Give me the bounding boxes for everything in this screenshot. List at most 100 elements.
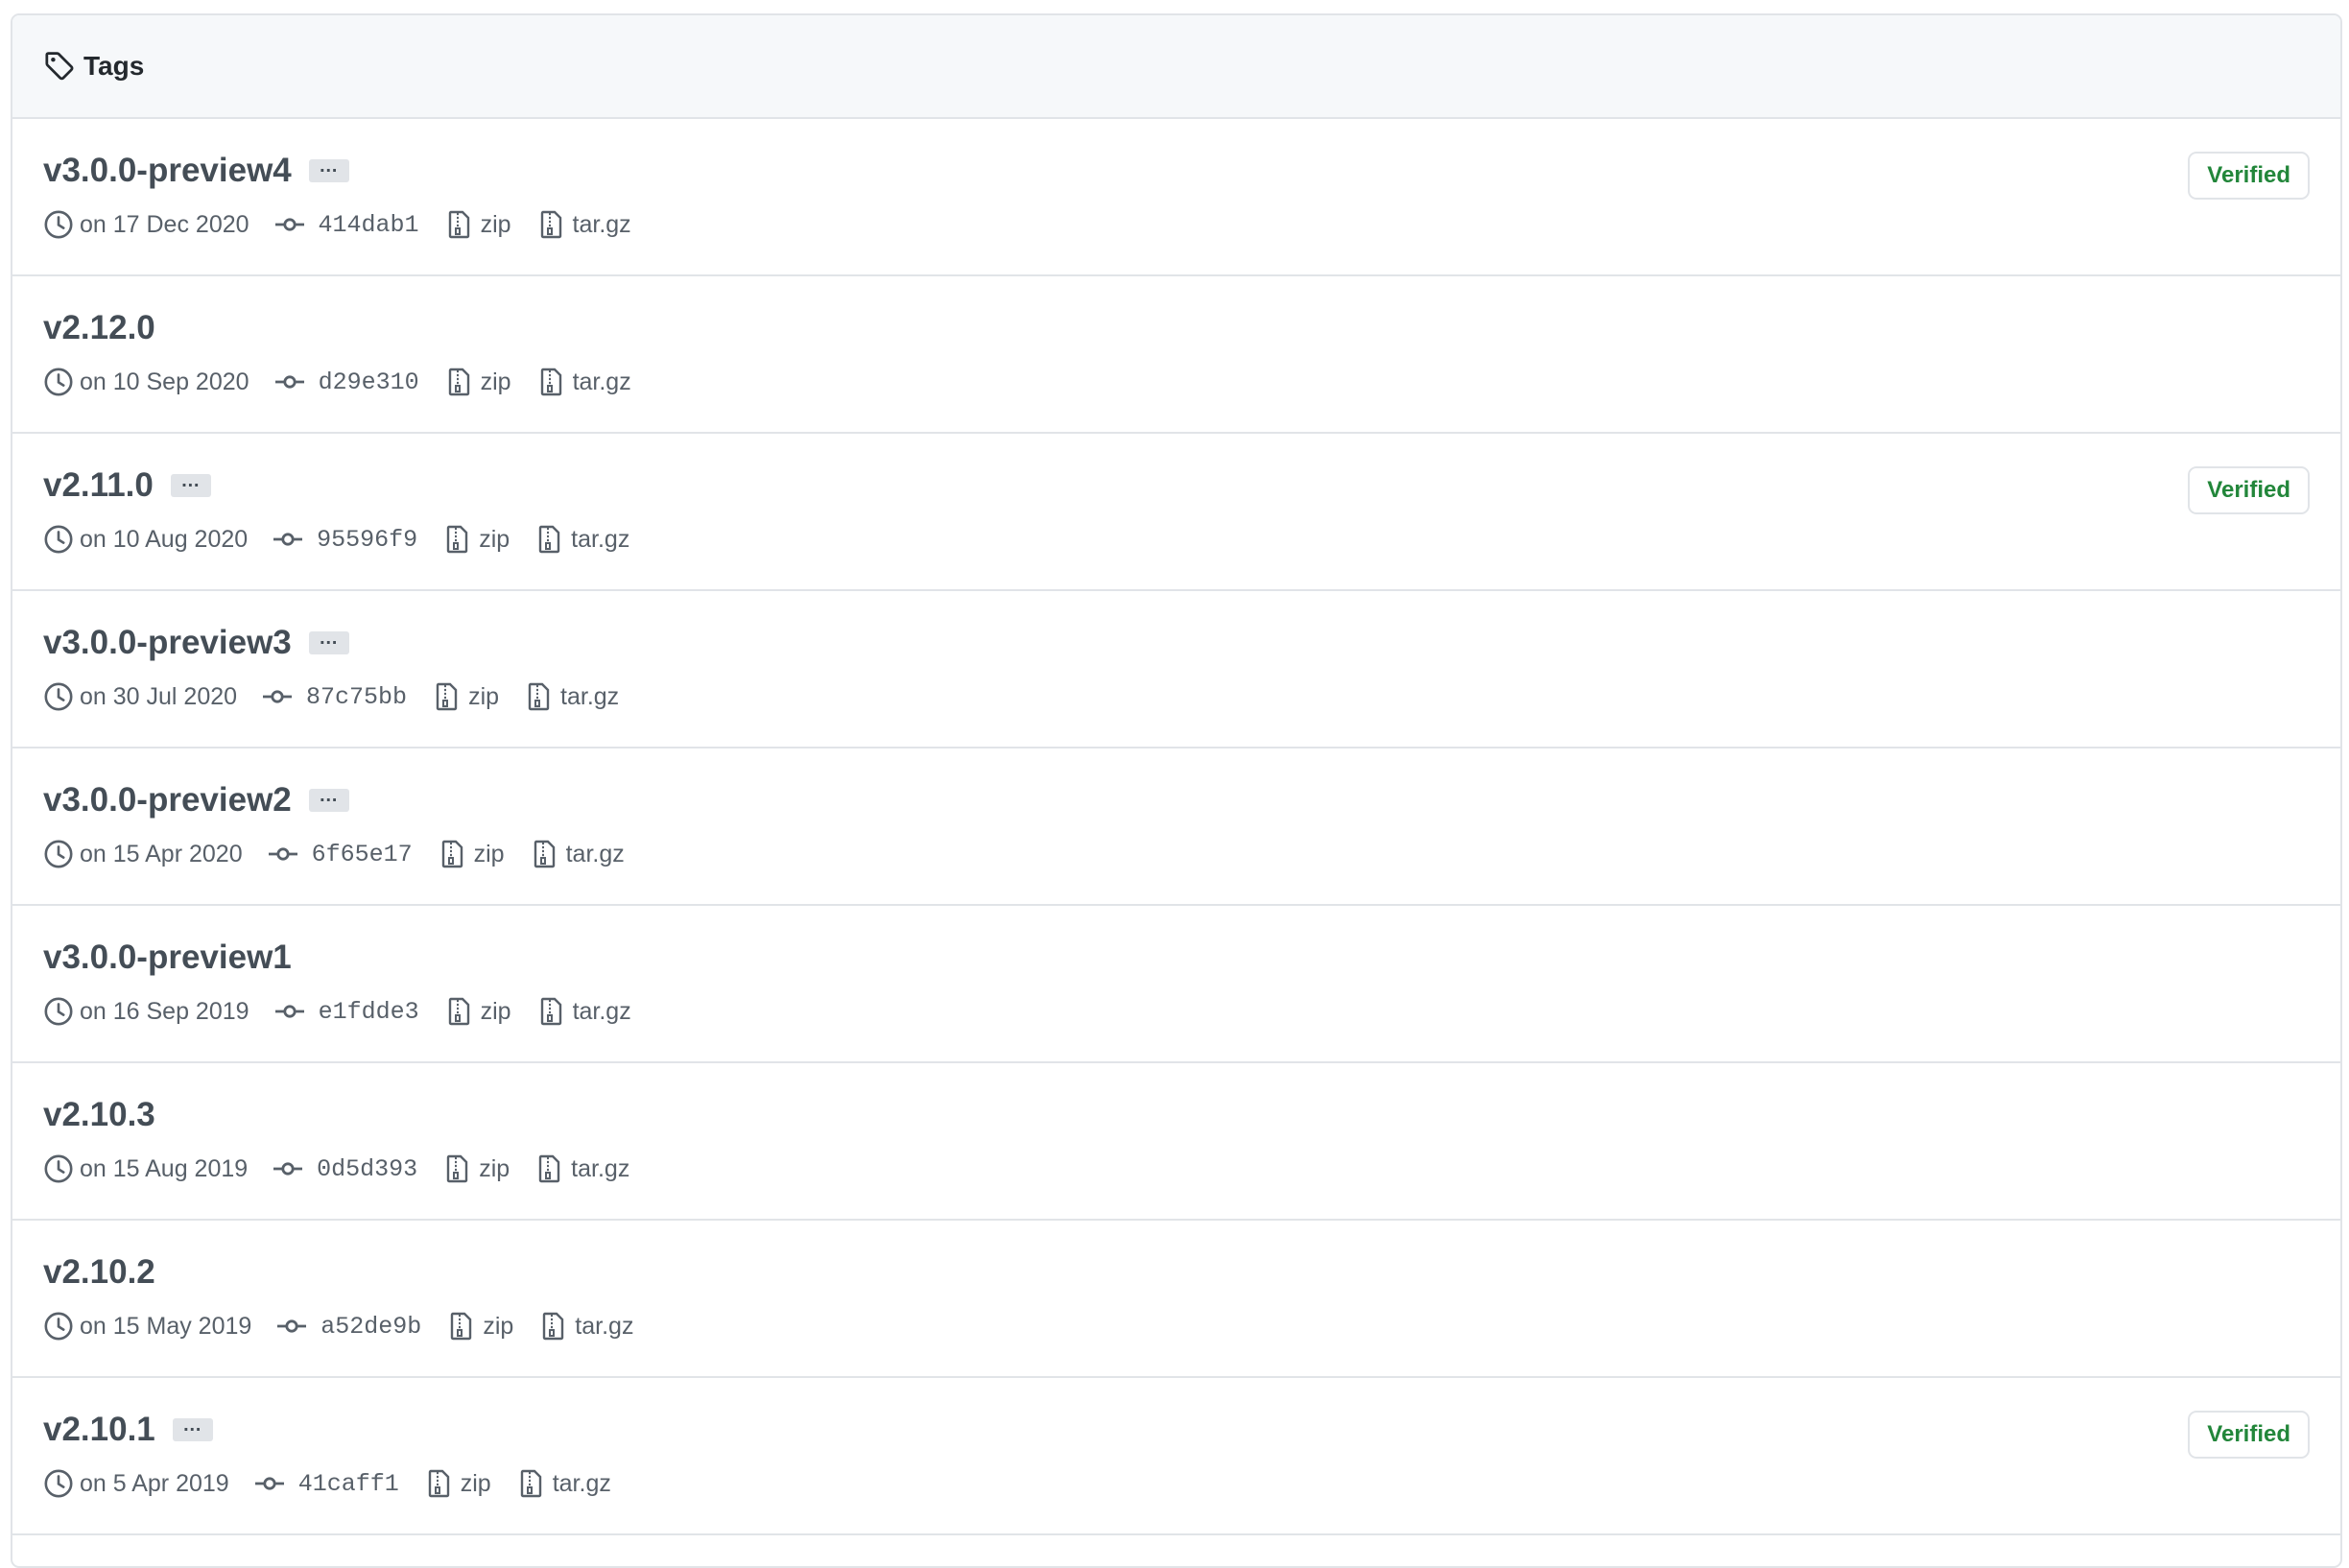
verified-badge[interactable]: Verified bbox=[2188, 1411, 2310, 1459]
tag-meta: on 5 Apr 2019 41caff1 zip tar.gz bbox=[43, 1464, 636, 1503]
targz-download-link[interactable]: tar.gz bbox=[536, 367, 631, 397]
zip-download-link[interactable]: zip bbox=[444, 367, 511, 397]
tag-name-link[interactable]: v3.0.0-preview2 bbox=[43, 781, 292, 820]
file-zip-icon bbox=[538, 525, 560, 554]
targz-download-link[interactable]: tar.gz bbox=[534, 524, 629, 555]
zip-download-link[interactable]: zip bbox=[444, 209, 511, 240]
file-zip-icon bbox=[447, 525, 468, 554]
tag-meta: on 15 Apr 2020 6f65e17 zip tar.gz bbox=[43, 835, 650, 873]
commit-sha-link[interactable]: 95596f9 bbox=[273, 524, 417, 555]
file-zip-icon bbox=[447, 1154, 468, 1183]
file-zip-icon bbox=[534, 840, 555, 868]
targz-download-link[interactable]: tar.gz bbox=[536, 209, 631, 240]
tag-title-line: v2.10.3 bbox=[43, 1092, 155, 1138]
file-zip-icon bbox=[540, 997, 561, 1026]
expand-message-button[interactable]: … bbox=[308, 156, 349, 182]
zip-download-link[interactable]: zip bbox=[442, 1153, 510, 1184]
targz-label: tar.gz bbox=[565, 840, 625, 867]
zip-label: zip bbox=[473, 840, 505, 867]
tag-date-text: on 15 Aug 2019 bbox=[80, 1154, 249, 1182]
tag-date-text: on 16 Sep 2019 bbox=[80, 997, 249, 1025]
tag-row: v2.10.2 on 15 May 2019 a52de9b zip tar.gz bbox=[12, 1221, 2340, 1378]
tag-meta: on 10 Aug 2020 95596f9 zip tar.gz bbox=[43, 520, 654, 558]
clock-icon bbox=[44, 368, 73, 396]
commit-sha-text: a52de9b bbox=[320, 1312, 422, 1341]
file-zip-icon bbox=[428, 1469, 449, 1498]
tag-name-link[interactable]: v3.0.0-preview4 bbox=[43, 152, 292, 190]
clock-icon bbox=[44, 1154, 73, 1183]
tag-name-link[interactable]: v2.10.2 bbox=[43, 1253, 155, 1292]
commit-sha-link[interactable]: d29e310 bbox=[274, 367, 419, 397]
tag-title-line: v2.10.1 … bbox=[43, 1407, 213, 1453]
file-zip-icon bbox=[540, 368, 561, 396]
git-commit-icon bbox=[277, 1319, 307, 1333]
targz-label: tar.gz bbox=[572, 368, 631, 395]
tag-date: on 17 Dec 2020 bbox=[43, 209, 249, 240]
zip-download-link[interactable]: zip bbox=[432, 681, 499, 712]
git-commit-icon bbox=[273, 533, 303, 546]
expand-message-button[interactable]: … bbox=[308, 786, 349, 812]
targz-download-link[interactable]: tar.gz bbox=[524, 681, 619, 712]
file-zip-icon bbox=[540, 210, 561, 239]
git-commit-icon bbox=[268, 847, 297, 861]
tag-date: on 15 Aug 2019 bbox=[43, 1153, 248, 1184]
commit-sha-link[interactable]: a52de9b bbox=[276, 1311, 421, 1342]
commit-sha-link[interactable]: 414dab1 bbox=[274, 209, 419, 240]
tag-date-text: on 15 Apr 2020 bbox=[80, 840, 243, 867]
tag-date-text: on 17 Dec 2020 bbox=[80, 210, 249, 238]
git-commit-icon bbox=[263, 690, 293, 703]
file-zip-icon bbox=[448, 997, 469, 1026]
tag-title-line: v2.12.0 bbox=[43, 305, 155, 351]
zip-download-link[interactable]: zip bbox=[438, 839, 505, 869]
commit-sha-link[interactable]: 41caff1 bbox=[254, 1468, 399, 1499]
tag-date: on 10 Sep 2020 bbox=[43, 367, 249, 397]
clock-icon bbox=[44, 1312, 73, 1341]
zip-download-link[interactable]: zip bbox=[424, 1468, 491, 1499]
targz-label: tar.gz bbox=[552, 1469, 611, 1497]
tag-date: on 30 Jul 2020 bbox=[43, 681, 237, 712]
targz-download-link[interactable]: tar.gz bbox=[516, 1468, 611, 1499]
expand-message-button[interactable]: … bbox=[172, 1415, 213, 1441]
verified-badge[interactable]: Verified bbox=[2188, 152, 2310, 200]
tag-meta: on 15 May 2019 a52de9b zip tar.gz bbox=[43, 1307, 658, 1345]
git-commit-icon bbox=[254, 1477, 284, 1490]
tag-name-link[interactable]: v2.10.1 bbox=[43, 1411, 155, 1449]
zip-download-link[interactable]: zip bbox=[444, 996, 511, 1027]
zip-download-link[interactable]: zip bbox=[442, 524, 510, 555]
tag-date: on 16 Sep 2019 bbox=[43, 996, 249, 1027]
targz-download-link[interactable]: tar.gz bbox=[534, 1153, 629, 1184]
tag-icon bbox=[45, 52, 74, 81]
clock-icon bbox=[44, 840, 73, 868]
commit-sha-link[interactable]: 6f65e17 bbox=[268, 839, 413, 869]
zip-label: zip bbox=[480, 997, 511, 1025]
tag-date-text: on 15 May 2019 bbox=[80, 1312, 252, 1340]
zip-label: zip bbox=[479, 1154, 510, 1182]
clock-icon bbox=[44, 210, 73, 239]
commit-sha-link[interactable]: 87c75bb bbox=[262, 681, 407, 712]
verified-badge[interactable]: Verified bbox=[2188, 466, 2310, 514]
tag-title-line: v3.0.0-preview3 … bbox=[43, 620, 349, 666]
expand-message-button[interactable]: … bbox=[170, 471, 211, 497]
tag-name-link[interactable]: v2.12.0 bbox=[43, 309, 155, 347]
tag-row: v2.10.1 … on 5 Apr 2019 41caff1 zip tar.gz Ver… bbox=[12, 1378, 2340, 1535]
commit-sha-text: 0d5d393 bbox=[317, 1154, 418, 1183]
targz-download-link[interactable]: tar.gz bbox=[538, 1311, 633, 1342]
tag-name-link[interactable]: v2.10.3 bbox=[43, 1096, 155, 1134]
tag-meta: on 15 Aug 2019 0d5d393 zip tar.gz bbox=[43, 1150, 654, 1188]
commit-sha-text: 87c75bb bbox=[306, 682, 408, 711]
targz-download-link[interactable]: tar.gz bbox=[536, 996, 631, 1027]
clock-icon bbox=[44, 525, 73, 554]
tag-meta: on 10 Sep 2020 d29e310 zip tar.gz bbox=[43, 363, 656, 401]
commit-sha-link[interactable]: e1fdde3 bbox=[274, 996, 419, 1027]
file-zip-icon bbox=[448, 210, 469, 239]
commit-sha-link[interactable]: 0d5d393 bbox=[273, 1153, 417, 1184]
targz-download-link[interactable]: tar.gz bbox=[530, 839, 625, 869]
targz-label: tar.gz bbox=[575, 1312, 634, 1340]
commit-sha-text: 95596f9 bbox=[317, 525, 418, 554]
tag-date-text: on 10 Sep 2020 bbox=[80, 368, 249, 395]
tag-name-link[interactable]: v3.0.0-preview3 bbox=[43, 624, 292, 662]
tag-name-link[interactable]: v2.11.0 bbox=[43, 466, 154, 505]
zip-download-link[interactable]: zip bbox=[446, 1311, 513, 1342]
expand-message-button[interactable]: … bbox=[308, 629, 349, 654]
tag-name-link[interactable]: v3.0.0-preview1 bbox=[43, 938, 292, 977]
